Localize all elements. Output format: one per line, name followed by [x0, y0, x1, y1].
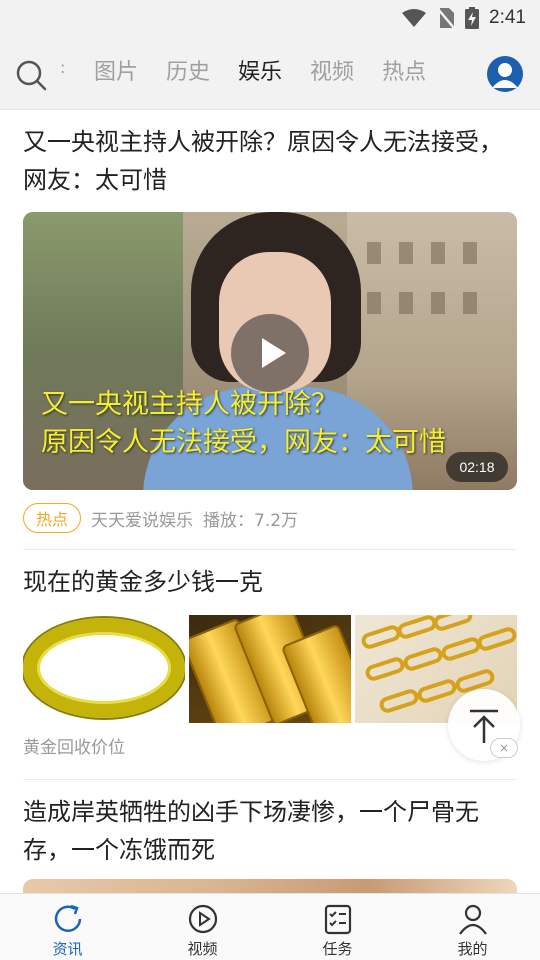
article-title[interactable]: 现在的黄金多少钱一克 [23, 563, 517, 601]
wifi-icon [402, 9, 427, 27]
play-button[interactable] [231, 314, 309, 392]
article-title[interactable]: 又一央视主持人被开除？原因令人无法接受，网友：太可惜 [23, 123, 517, 199]
bottom-tab-label: 我的 [457, 940, 488, 958]
gold-bars-image[interactable] [189, 615, 351, 723]
video-caption: 又一央视主持人被开除？ 原因令人无法接受，网友：太可惜 [41, 386, 446, 462]
search-button[interactable] [14, 58, 48, 92]
nav-overflow-indicator: : [60, 58, 66, 77]
battery-charging-icon [465, 7, 480, 29]
bottom-tab-me[interactable]: 我的 [405, 894, 540, 960]
bottom-tab-label: 视频 [187, 940, 218, 958]
bottom-tab-bar: 资讯 视频 任务 我的 [0, 893, 540, 960]
tab-hot[interactable]: 热点 [382, 56, 426, 90]
video-caption-line-2: 原因令人无法接受，网友：太可惜 [41, 427, 446, 458]
tab-pictures[interactable]: 图片 [94, 56, 138, 90]
play-count: 播放：7.2万 [203, 510, 299, 531]
video-duration: 02:18 [446, 452, 508, 482]
image-gallery[interactable] [23, 615, 517, 723]
task-list-icon [324, 904, 351, 935]
profile-avatar-button[interactable] [487, 56, 523, 92]
divider [23, 779, 517, 780]
video-caption-line-1: 又一央视主持人被开除？ [41, 389, 338, 420]
video-thumbnail[interactable]: 又一央视主持人被开除？ 原因令人无法接受，网友：太可惜 02:18 [23, 212, 517, 490]
status-time: 2:41 [489, 7, 526, 28]
refresh-icon [54, 904, 81, 932]
article-card[interactable]: 造成岸英牺牲的凶手下场凄惨，一个尸骨无存，一个冻饿而死 [23, 793, 517, 869]
bottom-tab-tasks[interactable]: 任务 [270, 894, 405, 960]
bottom-tab-video[interactable]: 视频 [135, 894, 270, 960]
tab-video[interactable]: 视频 [310, 56, 354, 90]
article-source[interactable]: 黄金回收价位 [23, 733, 125, 758]
bottom-tab-label: 任务 [322, 940, 353, 958]
article-meta: 热点 天天爱说娱乐 播放：7.2万 [23, 502, 298, 534]
no-sim-icon [437, 8, 455, 29]
article-card[interactable]: 现在的黄金多少钱一克 [23, 563, 517, 601]
article-thumbnail[interactable] [23, 879, 517, 893]
tab-history[interactable]: 历史 [166, 56, 210, 90]
hot-badge: 热点 [23, 503, 82, 533]
tab-entertainment[interactable]: 娱乐 [238, 56, 282, 90]
bottom-tab-label: 资讯 [52, 940, 83, 958]
news-feed[interactable]: 又一央视主持人被开除？原因令人无法接受，网友：太可惜 又一央视主持人被开除？ 原… [0, 111, 540, 893]
article-title[interactable]: 造成岸英牺牲的凶手下场凄惨，一个尸骨无存，一个冻饿而死 [23, 793, 517, 869]
play-circle-icon [188, 904, 217, 934]
close-ad-button[interactable]: × [490, 738, 518, 758]
user-avatar-icon [492, 63, 518, 88]
bottom-tab-news[interactable]: 资讯 [0, 894, 135, 960]
divider [23, 549, 517, 550]
search-icon [16, 60, 47, 91]
status-bar: 2:41 [0, 0, 540, 36]
status-icons: 2:41 [401, 6, 526, 30]
article-source[interactable]: 天天爱说娱乐 [91, 506, 193, 531]
top-nav-bar: : 图片 历史 娱乐 视频 热点 [0, 36, 540, 110]
gold-ring-image[interactable] [23, 615, 185, 723]
person-icon [458, 904, 487, 935]
article-card[interactable]: 又一央视主持人被开除？原因令人无法接受，网友：太可惜 [23, 123, 517, 199]
category-tabs: 图片 历史 娱乐 视频 热点 [94, 56, 426, 90]
